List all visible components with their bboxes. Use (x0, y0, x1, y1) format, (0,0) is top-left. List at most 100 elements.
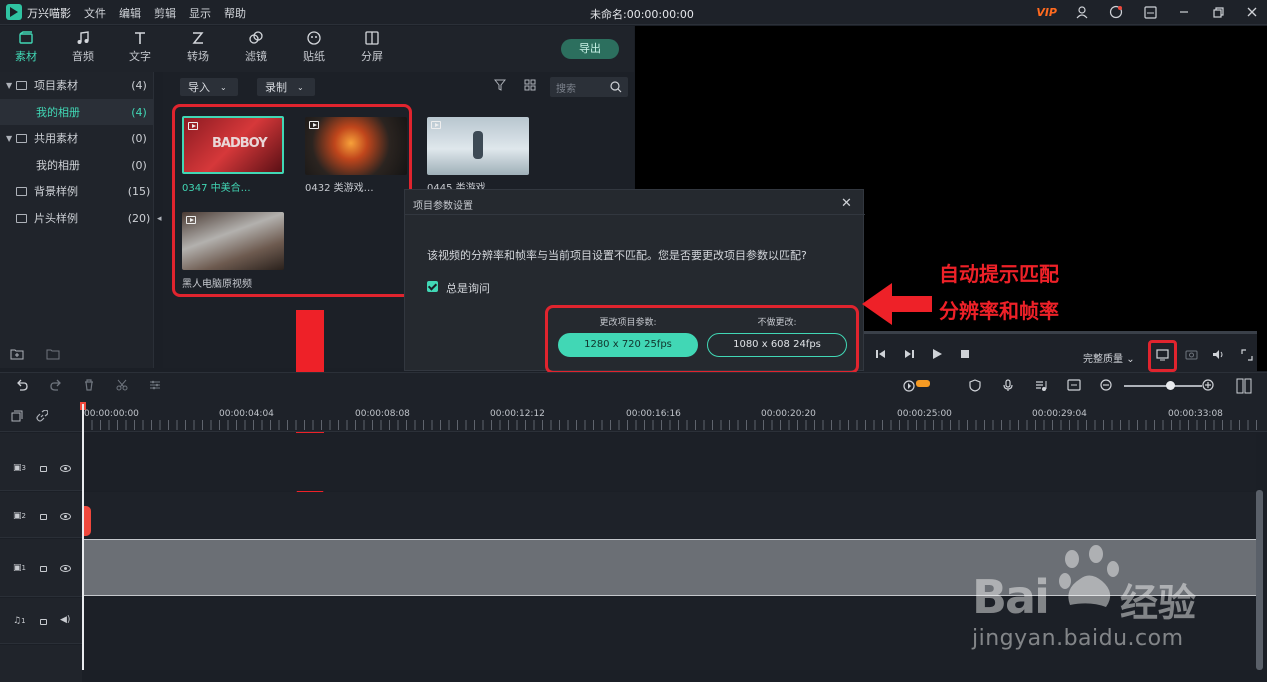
library-item-project-media[interactable]: ▼ 项目素材 (4) (0, 72, 154, 98)
snapshot-icon[interactable] (1185, 349, 1198, 360)
next-frame-icon[interactable] (904, 349, 914, 359)
folder-icon (16, 80, 27, 90)
track-header-video-3 (0, 433, 82, 491)
export-button[interactable]: 导出 (561, 39, 619, 59)
tab-label: 分屏 (361, 50, 383, 63)
lock-icon[interactable] (40, 619, 47, 625)
tab-media[interactable]: 素材 (6, 30, 46, 64)
playhead-line[interactable] (82, 404, 84, 670)
shield-icon[interactable] (969, 379, 981, 392)
timecode-label: 00:00:33:08 (1168, 409, 1223, 419)
adjust-icon[interactable] (149, 379, 161, 391)
fit-timeline-icon[interactable] (1067, 379, 1081, 391)
library-item-background-samples[interactable]: 背景样例 (15) (0, 178, 154, 204)
library-item-intro-samples[interactable]: 片头样例 (20) (0, 205, 154, 231)
eye-icon[interactable] (60, 565, 71, 572)
library-item-shared-media[interactable]: ▼ 共用素材 (0) (0, 125, 154, 151)
save-icon[interactable] (1141, 3, 1159, 21)
music-note-icon: ♫1 (13, 616, 26, 626)
timecode-label: 00:00:12:12 (490, 409, 545, 419)
video-track-icon: ▣1 (13, 563, 26, 573)
ruler-ticks (83, 420, 1257, 430)
search-input[interactable]: 搜索 (550, 77, 628, 97)
eye-icon[interactable] (60, 513, 71, 520)
stop-icon[interactable] (960, 349, 970, 359)
menu-view[interactable]: 显示 (189, 5, 211, 21)
prev-frame-icon[interactable] (876, 349, 886, 359)
tab-label: 转场 (187, 50, 209, 63)
media-thumbnail-3[interactable] (427, 117, 529, 175)
add-track-icon[interactable] (11, 410, 23, 422)
menu-help[interactable]: 帮助 (224, 5, 246, 21)
menu-clip[interactable]: 剪辑 (154, 5, 176, 21)
fullscreen-icon[interactable] (1241, 349, 1253, 361)
delete-icon[interactable] (83, 379, 95, 391)
tab-text[interactable]: 文字 (120, 30, 160, 64)
undo-icon[interactable] (16, 379, 28, 391)
microphone-icon[interactable] (1002, 379, 1014, 392)
zoom-out-icon[interactable] (1100, 379, 1112, 391)
track-lane-video-3[interactable] (84, 433, 1256, 491)
zoom-slider-track[interactable] (1124, 385, 1202, 387)
timecode-label: 00:00:16:16 (626, 409, 681, 419)
grid-view-icon[interactable] (524, 79, 536, 91)
timecode-label: 00:00:25:00 (897, 409, 952, 419)
new-folder-icon[interactable] (10, 348, 24, 360)
minimize-icon[interactable] (1175, 3, 1193, 21)
lock-icon[interactable] (40, 514, 47, 520)
watermark-brand: Bai (972, 570, 1050, 624)
video-track-icon: ▣2 (13, 511, 26, 521)
volume-icon[interactable] (1212, 349, 1225, 360)
always-ask-label: 总是询问 (446, 282, 490, 295)
audio-mix-icon[interactable] (1035, 379, 1047, 392)
link-icon[interactable] (36, 410, 48, 422)
zoom-in-icon[interactable] (1202, 379, 1214, 391)
filter-icon (249, 31, 263, 44)
panel-toggle-icon[interactable] (1236, 378, 1252, 394)
import-dropdown[interactable]: 导入 ⌄ (180, 78, 238, 96)
library-item-count: (0) (131, 158, 147, 172)
lock-icon[interactable] (40, 566, 47, 572)
quality-dropdown[interactable]: 完整质量 ⌄ (1083, 350, 1135, 365)
menu-bar: 文件 编辑 剪辑 显示 帮助 (84, 5, 246, 21)
library-item-count: (20) (127, 211, 151, 225)
close-icon[interactable] (1243, 3, 1261, 21)
always-ask-checkbox[interactable] (427, 281, 438, 292)
speaker-icon[interactable]: ◀) (60, 615, 70, 625)
library-item-count: (4) (131, 105, 147, 119)
menu-edit[interactable]: 编辑 (119, 5, 141, 21)
panel-collapse-arrow[interactable]: ◂ (157, 214, 162, 224)
track-number: 1 (21, 564, 26, 572)
dialog-message: 该视频的分辨率和帧率与当前项目设置不匹配。您是否要更改项目参数以匹配? (427, 249, 807, 262)
tab-sticker[interactable]: 贴纸 (294, 30, 334, 64)
close-icon[interactable]: ✕ (841, 196, 852, 211)
record-label: 录制 (265, 81, 287, 94)
timecode-label: 00:00:00:00 (84, 409, 139, 419)
zoom-slider-handle[interactable] (1166, 381, 1175, 390)
tab-filter[interactable]: 滤镜 (236, 30, 276, 64)
folder-outline-icon[interactable] (46, 348, 60, 360)
filter-funnel-icon[interactable] (494, 79, 506, 91)
track-lane-video-2[interactable] (84, 492, 1256, 538)
search-icon[interactable] (610, 81, 622, 93)
record-dropdown[interactable]: 录制 ⌄ (257, 78, 315, 96)
tab-split-screen[interactable]: 分屏 (352, 30, 392, 64)
play-icon[interactable] (932, 349, 942, 359)
notification-icon[interactable] (1107, 3, 1125, 21)
document-title: 未命名:00:00:00:00 (590, 8, 694, 21)
timeline-scrollbar[interactable] (1256, 490, 1263, 670)
library-item-my-album[interactable]: 我的相册 (4) (0, 99, 154, 125)
vip-badge[interactable]: VIP (1036, 6, 1057, 19)
menu-file[interactable]: 文件 (84, 5, 106, 21)
tab-audio[interactable]: 音频 (63, 30, 103, 64)
lock-icon[interactable] (40, 466, 47, 472)
tab-transition[interactable]: 转场 (178, 30, 218, 64)
restore-icon[interactable] (1209, 3, 1227, 21)
track-number: 1 (21, 617, 26, 625)
scissors-icon[interactable] (116, 379, 128, 391)
user-icon[interactable] (1073, 3, 1091, 21)
redo-icon[interactable] (50, 379, 62, 391)
eye-icon[interactable] (60, 465, 71, 472)
render-vip-icon[interactable] (903, 379, 931, 393)
library-item-my-album-shared[interactable]: 我的相册 (0) (0, 152, 154, 178)
